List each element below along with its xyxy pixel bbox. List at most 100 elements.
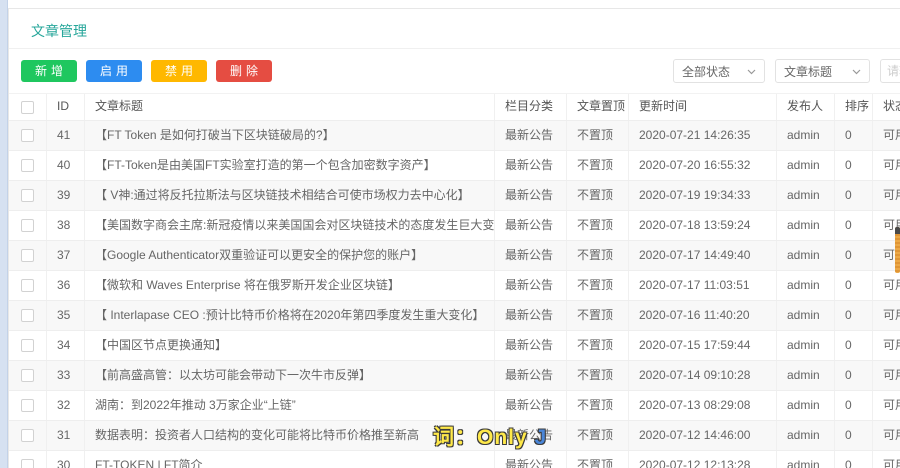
row-cell-top: 不置顶 (567, 271, 629, 300)
row-checkbox[interactable] (21, 189, 34, 202)
row-cell-updated: 2020-07-19 19:34:33 (629, 181, 777, 210)
row-cell-sort: 0 (835, 271, 873, 300)
header-cell-category: 栏目分类 (495, 94, 567, 120)
row-cell-checkbox (9, 121, 47, 150)
row-cell-updated: 2020-07-15 17:59:44 (629, 331, 777, 360)
row-cell-id: 38 (47, 211, 85, 240)
row-checkbox[interactable] (21, 399, 34, 412)
scrollbar-thumb[interactable] (895, 227, 900, 273)
row-cell-publisher: admin (777, 121, 835, 150)
row-cell-updated: 2020-07-12 14:46:00 (629, 421, 777, 450)
row-checkbox[interactable] (21, 309, 34, 322)
header-cell-status: 状态 (873, 94, 900, 120)
row-checkbox[interactable] (21, 129, 34, 142)
chevron-down-icon (747, 64, 756, 78)
row-checkbox[interactable] (21, 219, 34, 232)
header-cell-title: 文章标题 (85, 94, 495, 120)
row-cell-top: 不置顶 (567, 301, 629, 330)
row-checkbox[interactable] (21, 339, 34, 352)
enable-button[interactable]: 启用 (86, 60, 142, 82)
filter-bar: 全部状态 文章标题 (673, 59, 900, 83)
table-row: 41 【FT Token 是如何打破当下区块链破局的?】 最新公告 不置顶 20… (9, 121, 900, 151)
toolbar: 新增 启用 禁用 删除 全部状态 文章标题 (9, 49, 900, 93)
row-checkbox[interactable] (21, 249, 34, 262)
row-cell-title: 【FT-Token是由美国FT实验室打造的第一个包含加密数字资产】 (85, 151, 495, 180)
row-cell-sort: 0 (835, 151, 873, 180)
row-cell-id: 34 (47, 331, 85, 360)
row-cell-checkbox (9, 271, 47, 300)
row-checkbox[interactable] (21, 279, 34, 292)
row-cell-sort: 0 (835, 121, 873, 150)
row-cell-publisher: admin (777, 391, 835, 420)
row-cell-status: 可用 (873, 301, 900, 330)
table-row: 38 【美国数字商会主席:新冠疫情以来美国国会对区块链技术的态度发生巨大变化】 … (9, 211, 900, 241)
row-cell-status: 可用 (873, 121, 900, 150)
row-cell-publisher: admin (777, 301, 835, 330)
row-cell-category: 最新公告 (495, 361, 567, 390)
row-cell-category: 最新公告 (495, 151, 567, 180)
table-row: 30 FT-TOKEN | FT简介 最新公告 不置顶 2020-07-12 1… (9, 451, 900, 468)
row-cell-top: 不置顶 (567, 121, 629, 150)
row-cell-sort: 0 (835, 421, 873, 450)
row-cell-top: 不置顶 (567, 391, 629, 420)
row-cell-checkbox (9, 151, 47, 180)
row-cell-category: 最新公告 (495, 451, 567, 468)
row-cell-id: 32 (47, 391, 85, 420)
row-cell-status: 可用 (873, 361, 900, 390)
row-cell-id: 37 (47, 241, 85, 270)
search-input[interactable] (880, 59, 900, 83)
row-checkbox[interactable] (21, 369, 34, 382)
status-select-value: 全部状态 (682, 63, 730, 80)
row-cell-status: 可用 (873, 271, 900, 300)
row-cell-title: 湖南：到2022年推动 3万家企业“上链” (85, 391, 495, 420)
delete-button[interactable]: 删除 (216, 60, 272, 82)
chevron-down-icon (852, 64, 861, 78)
row-cell-publisher: admin (777, 181, 835, 210)
row-cell-title: 【 Interlapase CEO :预计比特币价格将在2020年第四季度发生重… (85, 301, 495, 330)
row-cell-sort: 0 (835, 331, 873, 360)
row-cell-id: 39 (47, 181, 85, 210)
row-cell-sort: 0 (835, 391, 873, 420)
row-cell-checkbox (9, 451, 47, 468)
row-cell-id: 35 (47, 301, 85, 330)
row-cell-id: 41 (47, 121, 85, 150)
status-select[interactable]: 全部状态 (673, 59, 765, 83)
table-row: 34 【中国区节点更换通知】 最新公告 不置顶 2020-07-15 17:59… (9, 331, 900, 361)
disable-button[interactable]: 禁用 (151, 60, 207, 82)
row-cell-status: 可用 (873, 331, 900, 360)
row-cell-sort: 0 (835, 211, 873, 240)
row-cell-publisher: admin (777, 331, 835, 360)
row-cell-id: 36 (47, 271, 85, 300)
search-field-select[interactable]: 文章标题 (775, 59, 870, 83)
row-cell-updated: 2020-07-14 09:10:28 (629, 361, 777, 390)
card-header: 文章管理 (9, 9, 900, 49)
row-cell-status: 可用 (873, 391, 900, 420)
row-cell-updated: 2020-07-20 16:55:32 (629, 151, 777, 180)
row-cell-sort: 0 (835, 451, 873, 468)
row-cell-publisher: admin (777, 421, 835, 450)
row-cell-updated: 2020-07-17 14:49:40 (629, 241, 777, 270)
row-cell-updated: 2020-07-17 11:03:51 (629, 271, 777, 300)
row-cell-publisher: admin (777, 151, 835, 180)
row-cell-checkbox (9, 391, 47, 420)
row-cell-title: 【中国区节点更换通知】 (85, 331, 495, 360)
row-cell-status: 可用 (873, 151, 900, 180)
row-cell-category: 最新公告 (495, 271, 567, 300)
row-cell-category: 最新公告 (495, 211, 567, 240)
select-all-checkbox[interactable] (21, 101, 34, 114)
row-cell-id: 33 (47, 361, 85, 390)
row-cell-id: 31 (47, 421, 85, 450)
row-cell-top: 不置顶 (567, 451, 629, 468)
row-cell-status: 可用 (873, 421, 900, 450)
row-cell-top: 不置顶 (567, 421, 629, 450)
add-button[interactable]: 新增 (21, 60, 77, 82)
table-row: 32 湖南：到2022年推动 3万家企业“上链” 最新公告 不置顶 2020-0… (9, 391, 900, 421)
table-row: 37 【Google Authenticator双重验证可以更安全的保护您的账户… (9, 241, 900, 271)
row-checkbox[interactable] (21, 459, 34, 468)
row-checkbox[interactable] (21, 159, 34, 172)
header-cell-checkbox (9, 94, 47, 120)
row-cell-category: 最新公告 (495, 121, 567, 150)
row-checkbox[interactable] (21, 429, 34, 442)
row-cell-updated: 2020-07-13 08:29:08 (629, 391, 777, 420)
row-cell-title: FT-TOKEN | FT简介 (85, 451, 495, 468)
